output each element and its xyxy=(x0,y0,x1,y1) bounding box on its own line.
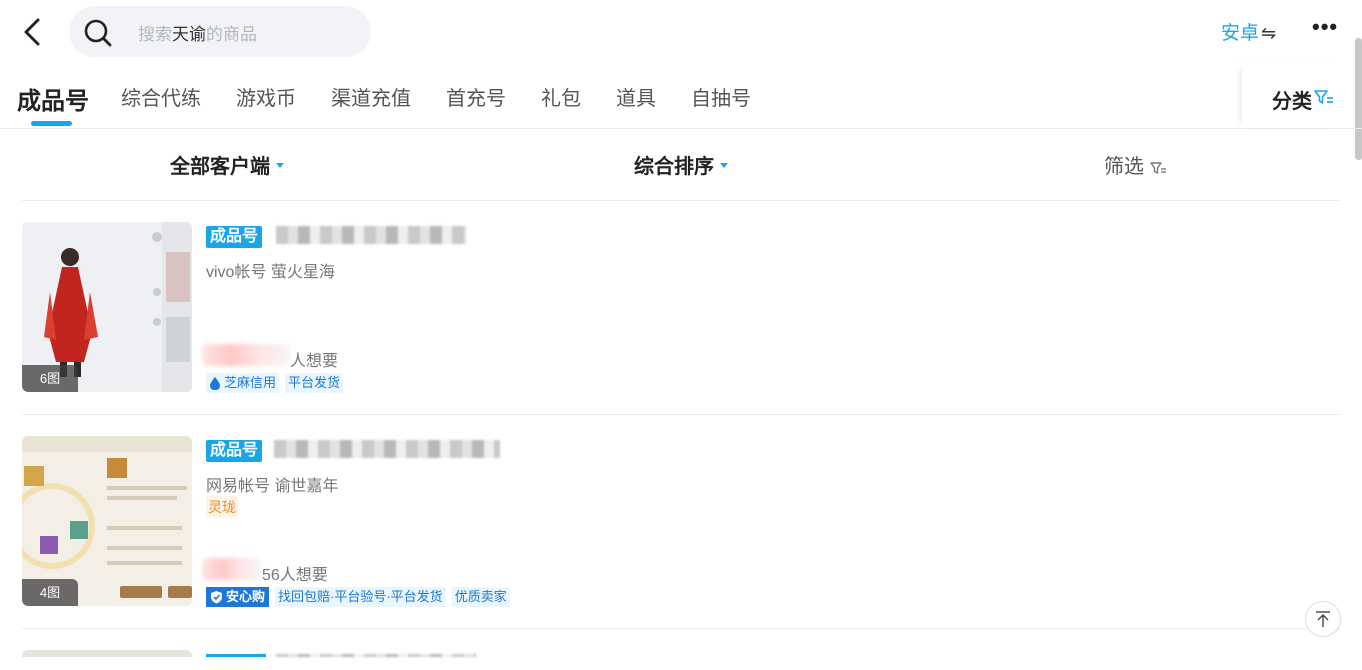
classify-button[interactable]: 分类 xyxy=(1242,62,1347,128)
want-count: 56人想要 xyxy=(262,567,328,584)
filter-bar: 全部客户端 综合排序 筛选 xyxy=(22,128,1340,201)
redacted-title xyxy=(276,226,466,244)
redacted-title xyxy=(274,440,500,458)
listing-card[interactable]: 4图 成品号 网易帐号 谕世嘉年 灵珑 56人想要 安心购 找回包赔·平台验号·… xyxy=(22,436,1340,629)
image-count: 6图 xyxy=(22,365,78,392)
listing-card[interactable] xyxy=(22,650,1340,670)
drop-icon xyxy=(210,377,220,390)
tab-channel-recharge[interactable]: 渠道充值 xyxy=(331,82,411,111)
active-tab-indicator xyxy=(31,121,72,126)
tab-power-leveling[interactable]: 综合代练 xyxy=(121,82,201,111)
more-menu-icon[interactable]: ••• xyxy=(1312,14,1338,40)
search-placeholder: 搜索天谕的商品 xyxy=(138,25,257,44)
arrow-up-icon xyxy=(1316,611,1330,627)
listing-badge: 成品号 xyxy=(206,440,263,462)
platform-delivery-tag: 平台发货 xyxy=(285,373,344,393)
tab-self-draw[interactable]: 自抽号 xyxy=(691,82,751,111)
platform-switch[interactable]: 安卓 ⇋ xyxy=(1221,18,1276,45)
swap-icon: ⇋ xyxy=(1261,23,1277,43)
redacted-price xyxy=(202,558,262,580)
listing-card[interactable]: 6图 成品号 vivo帐号 萤火星海 人想要 芝麻信用 平台发货 xyxy=(22,222,1340,415)
quality-seller-tag: 优质卖家 xyxy=(451,587,510,607)
client-filter[interactable]: 全部客户端 xyxy=(170,150,284,179)
classify-label: 分类 xyxy=(1272,91,1312,113)
filter-icon xyxy=(1314,90,1333,104)
listing-subtitle: 网易帐号 谕世嘉年 xyxy=(206,478,339,495)
sesame-credit-tag: 芝麻信用 xyxy=(206,373,280,393)
want-count: 人想要 xyxy=(290,353,339,370)
listing-image[interactable] xyxy=(22,650,192,657)
tab-items[interactable]: 道具 xyxy=(616,82,656,111)
tab-game-currency[interactable]: 游戏币 xyxy=(236,82,296,111)
screen-filter[interactable]: 筛选 xyxy=(1104,150,1168,179)
platform-label: 安卓 xyxy=(1221,23,1260,44)
tag-list: 安心购 找回包赔·平台验号·平台发货 优质卖家 xyxy=(206,587,510,607)
listing-image[interactable]: 6图 xyxy=(22,222,192,392)
shield-check-icon xyxy=(211,591,222,604)
listing-badge: 成品号 xyxy=(206,226,263,248)
search-bar[interactable]: 搜索天谕的商品 xyxy=(69,6,371,57)
safe-buy-tag: 安心购 xyxy=(206,587,270,607)
back-arrow-icon[interactable] xyxy=(18,16,46,48)
lingling-tag: 灵珑 xyxy=(206,496,238,518)
tab-finished-account[interactable]: 成品号 xyxy=(17,81,89,116)
sort-filter[interactable]: 综合排序 xyxy=(634,150,728,179)
tab-first-recharge[interactable]: 首充号 xyxy=(446,82,506,111)
listing-subtitle: vivo帐号 萤火星海 xyxy=(206,264,335,281)
image-count: 4图 xyxy=(22,579,78,606)
tag-list: 芝麻信用 平台发货 xyxy=(206,373,344,393)
guarantee-tag: 找回包赔·平台验号·平台发货 xyxy=(275,587,446,607)
back-to-top-button[interactable] xyxy=(1305,601,1341,637)
listing-image[interactable]: 4图 xyxy=(22,436,192,606)
filter-icon xyxy=(1149,162,1166,174)
tab-gift-pack[interactable]: 礼包 xyxy=(541,82,581,111)
redacted-price xyxy=(202,344,290,366)
top-bar: 搜索天谕的商品 安卓 ⇋ ••• xyxy=(0,0,1362,62)
category-tabs: 成品号 综合代练 游戏币 渠道充值 首充号 礼包 道具 自抽号 分类 xyxy=(0,62,1362,129)
dropdown-caret-icon xyxy=(720,163,728,169)
dropdown-caret-icon xyxy=(276,163,284,169)
search-icon xyxy=(84,19,112,47)
